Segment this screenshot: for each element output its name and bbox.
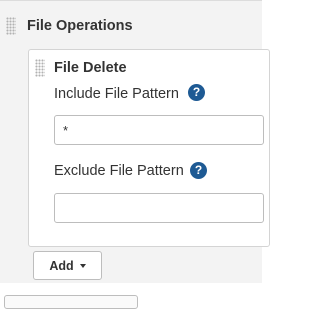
help-icon[interactable]: ?: [190, 162, 207, 179]
caret-down-icon: [79, 263, 86, 268]
file-delete-title: File Delete: [54, 60, 127, 76]
add-button-label: Add: [49, 258, 74, 273]
exclude-file-pattern-input[interactable]: [54, 193, 264, 223]
exclude-file-pattern-label: Exclude File Pattern: [54, 163, 184, 179]
include-file-pattern-label: Include File Pattern: [54, 86, 179, 102]
include-file-pattern-input[interactable]: [54, 115, 264, 145]
help-icon[interactable]: ?: [188, 84, 205, 101]
file-operations-section: File Operations File Delete Include File…: [0, 0, 270, 283]
drag-handle-icon[interactable]: [35, 59, 45, 77]
add-button[interactable]: Add: [33, 251, 102, 280]
next-section-button[interactable]: [4, 295, 138, 309]
drag-handle-icon[interactable]: [6, 17, 16, 35]
section-title: File Operations: [27, 18, 133, 34]
